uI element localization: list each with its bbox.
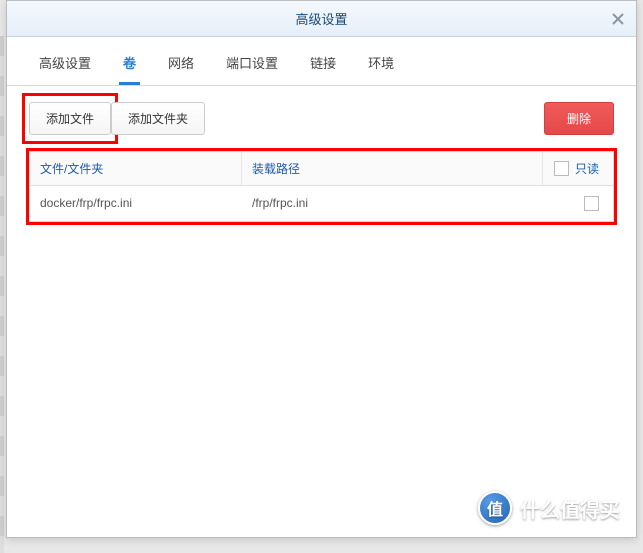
tab-advanced[interactable]: 高级设置	[35, 47, 95, 85]
readonly-header-checkbox[interactable]	[554, 161, 569, 176]
footer: 值 什么值得买	[7, 487, 636, 529]
col-readonly-label: 只读	[575, 160, 599, 177]
add-folder-button[interactable]: 添加文件夹	[111, 102, 205, 135]
readonly-checkbox[interactable]	[584, 196, 599, 211]
cell-readonly	[543, 186, 613, 221]
titlebar: 高级设置	[7, 1, 636, 37]
table-header: 文件/文件夹 装载路径 只读	[30, 152, 613, 186]
brand-badge-icon: 值	[478, 491, 512, 525]
cell-path: docker/frp/frpc.ini	[30, 186, 242, 221]
tabs: 高级设置 卷 网络 端口设置 链接 环境	[7, 37, 636, 86]
watermark: 值 什么值得买	[478, 491, 620, 525]
tab-network[interactable]: 网络	[164, 47, 198, 85]
tab-links[interactable]: 链接	[306, 47, 340, 85]
dialog-title: 高级设置	[295, 9, 347, 28]
add-file-button[interactable]: 添加文件	[29, 102, 111, 135]
table-row[interactable]: docker/frp/frpc.ini /frp/frpc.ini	[30, 186, 613, 221]
tab-env[interactable]: 环境	[364, 47, 398, 85]
col-path[interactable]: 文件/文件夹	[30, 152, 242, 185]
tab-ports[interactable]: 端口设置	[222, 47, 282, 85]
close-icon[interactable]	[608, 9, 628, 29]
cell-mount: /frp/frpc.ini	[242, 186, 543, 221]
volume-table: 文件/文件夹 装载路径 只读 docker/frp/frpc.ini /frp/…	[29, 151, 614, 222]
col-mount[interactable]: 装载路径	[242, 152, 543, 185]
brand-text: 什么值得买	[520, 494, 620, 523]
highlight-add-file: 添加文件	[22, 93, 118, 144]
toolbar: 添加文件 添加文件夹 删除	[7, 86, 636, 145]
col-readonly[interactable]: 只读	[543, 152, 613, 185]
window-edge	[0, 36, 4, 553]
tab-volume[interactable]: 卷	[119, 47, 140, 85]
advanced-settings-dialog: 高级设置 高级设置 卷 网络 端口设置 链接 环境 添加文件 添加文件夹 删除 …	[6, 0, 637, 538]
delete-button[interactable]: 删除	[544, 102, 614, 135]
